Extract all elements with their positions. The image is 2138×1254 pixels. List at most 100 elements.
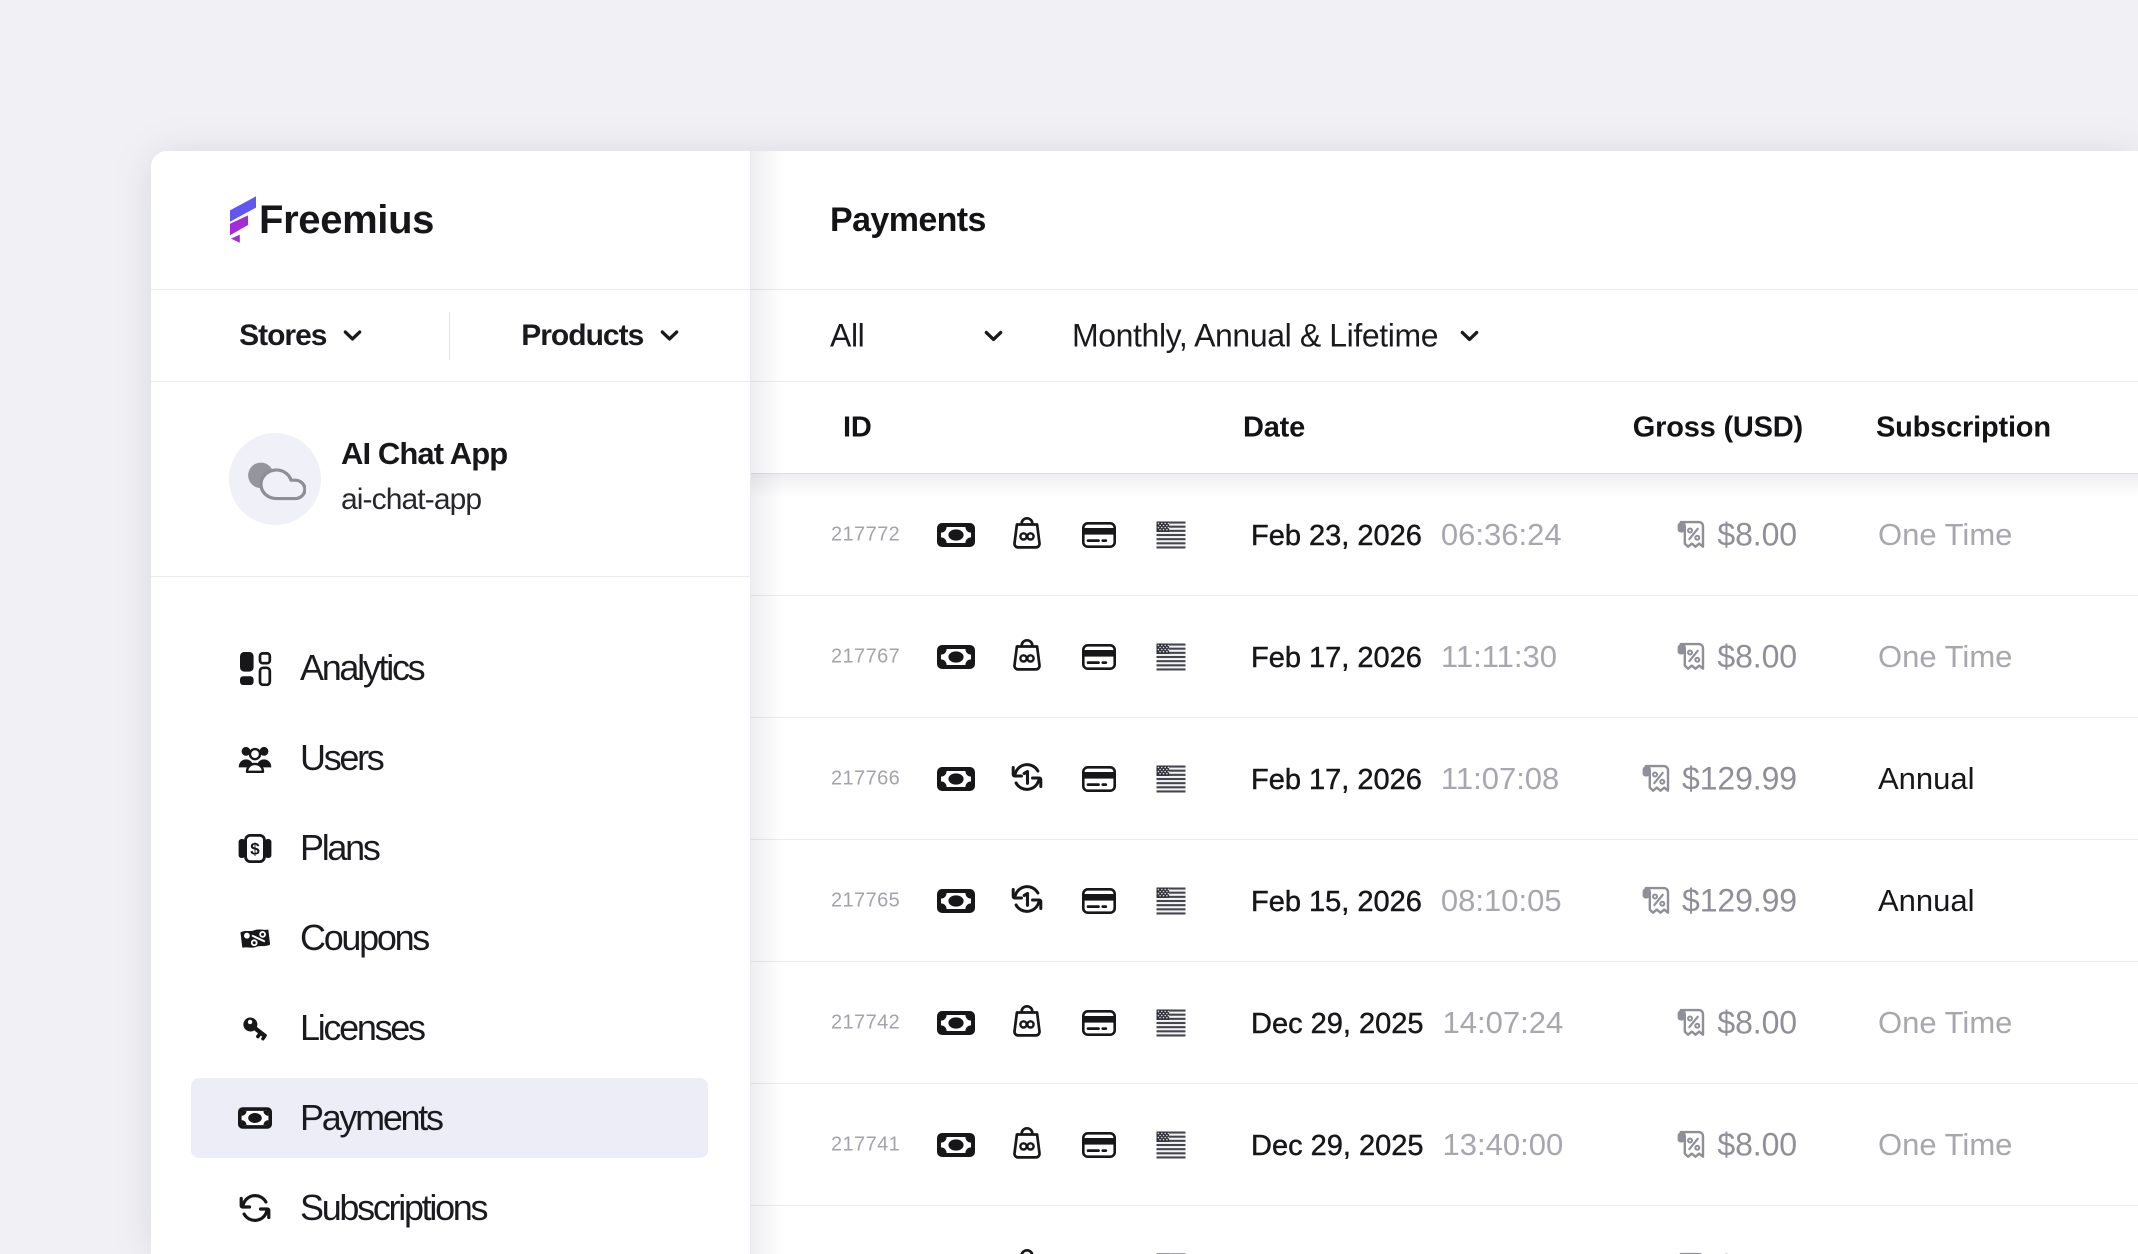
payment-row[interactable]: 217765 Feb 15, 202608:10:05 $129.99 Annu… xyxy=(751,840,2138,962)
products-dropdown[interactable]: Products xyxy=(451,290,751,381)
payment-subscription: One Time xyxy=(1878,517,2012,553)
receipt-percent-icon xyxy=(1676,642,1707,672)
payment-date: Dec 29, 2025 xyxy=(1251,1008,1424,1040)
dashboard-card: Freemius Stores Products AI Chat App ai-… xyxy=(151,151,2138,1254)
main-content: Payments All Monthly, Annual & Lifetime … xyxy=(751,151,2138,1254)
analytics-icon xyxy=(238,651,272,685)
payment-date: Feb 17, 2026 xyxy=(1251,764,1422,796)
money-icon xyxy=(937,889,975,913)
credit-card-icon xyxy=(1082,522,1116,548)
payment-gross-cell: $8.00 xyxy=(1676,1248,1797,1254)
sidebar-item-coupons[interactable]: Coupons xyxy=(191,898,708,978)
sidebar-item-users[interactable]: Users xyxy=(191,718,708,798)
sidebar-item-licenses[interactable]: Licenses xyxy=(191,988,708,1068)
payment-date-cell: Dec 29, 2025 14:07:24 xyxy=(1251,1005,1563,1041)
filter-billing-cycle-value[interactable]: Monthly, Annual & Lifetime xyxy=(1072,317,1438,354)
money-icon xyxy=(937,1011,975,1035)
payment-subscription: One Time xyxy=(1878,639,2012,675)
payment-subscription: One Time xyxy=(1878,1127,2012,1163)
column-header-gross[interactable]: Gross (USD) xyxy=(1633,411,1803,444)
sidebar-item-plans[interactable]: Plans xyxy=(191,808,708,888)
renewal-cycle-icon xyxy=(1010,760,1044,794)
brand-name: Freemius xyxy=(259,198,434,243)
chevron-down-icon xyxy=(660,330,679,341)
payment-time: 06:36:24 xyxy=(1441,517,1562,552)
logo[interactable]: Freemius xyxy=(151,151,750,290)
money-icon xyxy=(937,523,975,547)
payment-row[interactable]: 217772 Feb 23, 2026 06:36:24 $8.00 One Ti… xyxy=(751,474,2138,596)
stores-dropdown[interactable]: Stores xyxy=(151,290,451,381)
payment-id: 217741 xyxy=(831,1133,900,1156)
filter-status-value[interactable]: All xyxy=(830,317,864,354)
sidebar-item-payments[interactable]: Payments xyxy=(191,1078,708,1158)
column-header-id[interactable]: ID xyxy=(843,411,872,444)
coupons-icon xyxy=(238,921,272,955)
sidebar-item-label: Plans xyxy=(300,827,379,869)
payment-row[interactable]: 217742 Dec 29, 202514:07:24 $8.00 One Ti… xyxy=(751,962,2138,1084)
product-name: AI Chat App xyxy=(341,436,507,472)
receipt-percent-icon xyxy=(1676,1008,1707,1038)
product-selector[interactable]: AI Chat App ai-chat-app xyxy=(151,382,750,577)
chevron-down-icon xyxy=(343,330,362,341)
one-time-bag-icon xyxy=(1012,637,1042,672)
sidebar-item-subscriptions[interactable]: Subscriptions xyxy=(191,1168,708,1248)
money-icon xyxy=(937,1133,975,1157)
receipt-percent-icon xyxy=(1676,520,1707,550)
payment-gross-amount: $8.00 xyxy=(1717,1126,1797,1163)
payment-date-cell: Dec 29, 2025 13:40:00 xyxy=(1251,1127,1563,1163)
one-time-bag-icon xyxy=(1012,515,1042,550)
payments-icon xyxy=(238,1101,272,1135)
table-header: ID Date Gross (USD) Subscription xyxy=(751,382,2138,474)
payment-gross-cell: $8.00 xyxy=(1676,1004,1797,1041)
product-names: AI Chat App ai-chat-app xyxy=(341,436,507,517)
sidebar-item-label: Payments xyxy=(300,1097,442,1139)
sidebar: Freemius Stores Products AI Chat App ai-… xyxy=(151,151,751,1254)
product-avatar xyxy=(229,433,321,525)
payment-row[interactable]: 217767 Feb 17, 202611:11:30 $8.00 One Ti… xyxy=(751,596,2138,718)
payment-time: 11:11:30 xyxy=(1441,639,1557,674)
payment-gross-amount: $129.99 xyxy=(1682,760,1797,797)
sidebar-item-label: Coupons xyxy=(300,917,428,959)
payment-id: 217766 xyxy=(831,767,900,790)
us-flag-icon xyxy=(1157,1131,1186,1158)
credit-card-icon xyxy=(1082,1132,1116,1158)
payment-date-cell: Feb 17, 202611:11:30 xyxy=(1251,639,1557,675)
payment-subscription: Annual xyxy=(1878,883,1975,919)
plans-icon xyxy=(238,831,272,865)
payment-time: 14:07:24 xyxy=(1443,1005,1564,1040)
payment-subscription: Annual xyxy=(1878,761,1975,797)
cloud-icon xyxy=(244,456,306,502)
payment-date: Dec 29, 2025 xyxy=(1251,1130,1424,1162)
credit-card-icon xyxy=(1082,644,1116,670)
column-header-subscription[interactable]: Subscription xyxy=(1876,411,2051,444)
stores-dropdown-label: Stores xyxy=(239,319,326,353)
payment-date: Feb 15, 2026 xyxy=(1251,886,1422,918)
chevron-down-icon[interactable] xyxy=(984,330,1003,341)
credit-card-icon xyxy=(1082,766,1116,792)
payment-date-cell: Feb 23, 2026 06:36:24 xyxy=(1251,517,1562,553)
payment-row[interactable]: $8.00 xyxy=(751,1206,2138,1254)
payment-gross-amount: $8.00 xyxy=(1717,516,1797,553)
payment-row[interactable]: 217741 Dec 29, 2025 13:40:00 $8.00 One Ti… xyxy=(751,1084,2138,1206)
payment-id: 217767 xyxy=(831,645,900,668)
payment-id: 217742 xyxy=(831,1011,900,1034)
column-header-date[interactable]: Date xyxy=(1243,411,1305,444)
us-flag-icon xyxy=(1157,887,1186,914)
payment-row[interactable]: 217766 Feb 17, 202611:07:08 $129.99 Annu… xyxy=(751,718,2138,840)
product-slug: ai-chat-app xyxy=(341,483,507,517)
page-title: Payments xyxy=(830,201,986,240)
payment-gross-cell: $129.99 xyxy=(1641,882,1797,919)
payment-date: Feb 23, 2026 xyxy=(1251,520,1422,552)
payment-id: 217772 xyxy=(831,523,900,546)
us-flag-icon xyxy=(1157,1009,1186,1036)
sidebar-item-analytics[interactable]: Analytics xyxy=(191,628,708,708)
payment-time: 13:40:00 xyxy=(1443,1127,1564,1162)
licenses-icon xyxy=(238,1011,272,1045)
chevron-down-icon[interactable] xyxy=(1460,330,1479,341)
switcher-divider xyxy=(449,312,450,360)
payment-date-cell xyxy=(1251,1249,1270,1254)
payment-gross-cell: $129.99 xyxy=(1641,760,1797,797)
payment-time: 08:10:05 xyxy=(1441,883,1562,918)
payment-gross-cell: $8.00 xyxy=(1676,638,1797,675)
renewal-cycle-icon xyxy=(1010,882,1044,916)
